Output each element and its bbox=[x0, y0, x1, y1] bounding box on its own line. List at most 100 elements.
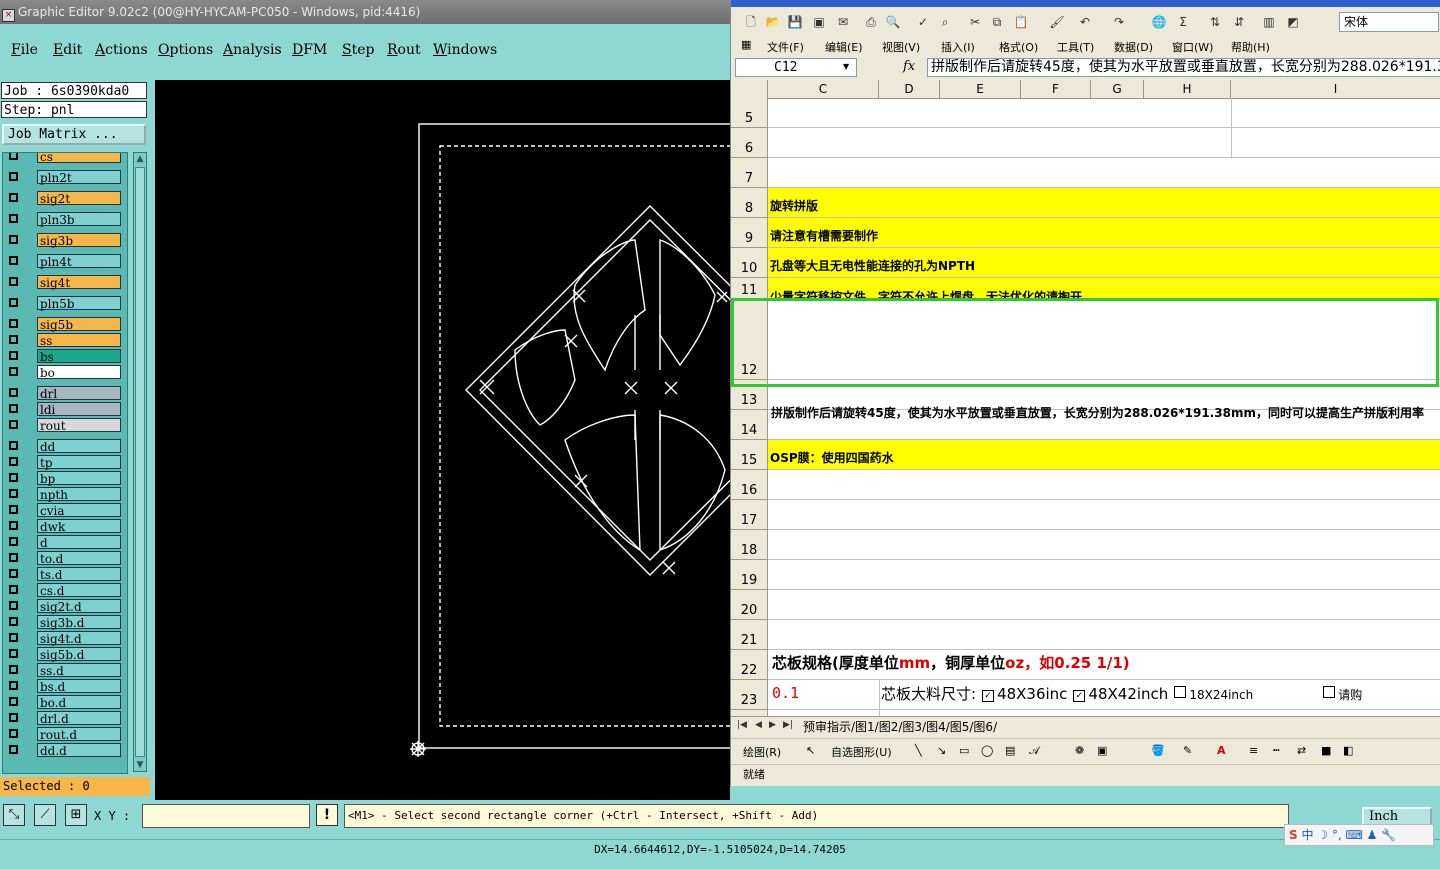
autoshapes-button[interactable]: 自选图形(U) bbox=[831, 744, 892, 760]
layer-label[interactable]: npth bbox=[37, 487, 121, 502]
layer-checkbox[interactable] bbox=[9, 235, 18, 244]
line-icon[interactable]: ╲ bbox=[915, 744, 922, 757]
layer-label[interactable]: bp bbox=[37, 471, 121, 486]
excel-menu-window[interactable]: 窗口(W) bbox=[1172, 39, 1213, 55]
permission-icon[interactable]: ▣ bbox=[811, 14, 827, 30]
layer-label[interactable]: bo.d bbox=[37, 695, 121, 710]
row-8[interactable]: 旋转拼版 bbox=[768, 188, 1440, 218]
layer-row-sig4t-d[interactable]: sig4t.d bbox=[3, 631, 125, 646]
layer-checkbox[interactable] bbox=[9, 172, 18, 181]
layer-checkbox[interactable] bbox=[9, 697, 18, 706]
oval-icon[interactable]: ◯ bbox=[981, 744, 993, 757]
checkbox-18x24-icon[interactable] bbox=[1174, 686, 1187, 698]
row-21[interactable] bbox=[768, 620, 1440, 650]
layer-checkbox[interactable] bbox=[9, 441, 18, 450]
layer-label[interactable]: d bbox=[37, 535, 121, 550]
layer-label[interactable]: sig4t.d bbox=[37, 631, 121, 646]
checkbox-purchase-icon[interactable] bbox=[1323, 686, 1336, 698]
formula-input[interactable]: 拼版制作后请旋转45度，使其为水平放置或垂直放置，长宽分别为288.026*19… bbox=[927, 58, 1440, 77]
scroll-thumb[interactable] bbox=[135, 167, 145, 757]
layer-row-pln4t[interactable]: pln4t bbox=[3, 254, 125, 269]
layer-label[interactable]: sig3b bbox=[37, 233, 121, 248]
column-header-i[interactable]: I bbox=[1231, 80, 1440, 98]
layer-label[interactable]: bs.d bbox=[37, 679, 121, 694]
scroll-up-icon[interactable]: ▲ bbox=[134, 153, 146, 165]
layer-checkbox[interactable] bbox=[9, 420, 18, 429]
column-header-f[interactable]: F bbox=[1021, 80, 1091, 98]
layer-row-pln3b[interactable]: pln3b bbox=[3, 212, 125, 227]
layer-row-npth[interactable]: npth bbox=[3, 487, 125, 502]
redo-icon[interactable]: ↷ bbox=[1111, 14, 1127, 30]
picture-icon[interactable]: ▣ bbox=[1097, 744, 1107, 757]
layer-label[interactable]: cs.d bbox=[37, 583, 121, 598]
row-header-7[interactable]: 7 bbox=[731, 158, 768, 188]
row-header-14[interactable]: 14 bbox=[731, 410, 768, 440]
layer-row-drl[interactable]: drl bbox=[3, 386, 125, 401]
column-header-c[interactable]: C bbox=[768, 80, 879, 98]
column-header-g[interactable]: G bbox=[1091, 80, 1144, 98]
row-header-17[interactable]: 17 bbox=[731, 500, 768, 530]
row-header-16[interactable]: 16 bbox=[731, 470, 768, 500]
row-header-19[interactable]: 19 bbox=[731, 560, 768, 590]
first-sheet-icon[interactable]: |◀ bbox=[737, 720, 747, 730]
layer-row-sig4t[interactable]: sig4t bbox=[3, 275, 125, 290]
layer-checkbox[interactable] bbox=[9, 457, 18, 466]
layer-row-ts-d[interactable]: ts.d bbox=[3, 567, 125, 582]
layer-label[interactable]: sig4t bbox=[37, 275, 121, 290]
layer-label[interactable]: dwk bbox=[37, 519, 121, 534]
row-11[interactable]: 少量字符移控文件，字符不允许上焊盘，无法优化的请掏开 bbox=[768, 278, 1440, 300]
last-sheet-icon[interactable]: ▶| bbox=[783, 720, 793, 730]
row-12[interactable] bbox=[768, 300, 1440, 380]
layer-label[interactable]: cs bbox=[37, 153, 121, 164]
graphic-canvas[interactable] bbox=[155, 80, 730, 800]
column-header-e[interactable]: E bbox=[940, 80, 1021, 98]
layer-checkbox[interactable] bbox=[9, 505, 18, 514]
excel-menu-view[interactable]: 视图(V) bbox=[882, 39, 920, 55]
layer-checkbox[interactable] bbox=[9, 681, 18, 690]
row-17[interactable] bbox=[768, 500, 1440, 530]
menu-actions[interactable]: Actions bbox=[95, 42, 148, 58]
layer-checkbox[interactable] bbox=[9, 633, 18, 642]
open-icon[interactable]: 📂 bbox=[765, 14, 781, 30]
row-7[interactable] bbox=[768, 158, 1440, 188]
layer-checkbox[interactable] bbox=[9, 319, 18, 328]
layer-checkbox[interactable] bbox=[9, 473, 18, 482]
dash-style-icon[interactable]: ┅ bbox=[1273, 744, 1280, 757]
row-19[interactable] bbox=[768, 560, 1440, 590]
job-matrix-button[interactable]: Job Matrix ... bbox=[2, 124, 146, 145]
select-objects-icon[interactable]: ↖ bbox=[806, 744, 815, 757]
layer-label[interactable]: cvia bbox=[37, 503, 121, 518]
row-20[interactable] bbox=[768, 590, 1440, 620]
row-header-13[interactable]: 13 bbox=[731, 380, 768, 410]
layer-label[interactable]: sig2t.d bbox=[37, 599, 121, 614]
print-icon[interactable]: ⎙ bbox=[863, 14, 879, 30]
layer-checkbox[interactable] bbox=[9, 404, 18, 413]
layer-row-cvia[interactable]: cvia bbox=[3, 503, 125, 518]
layer-checkbox[interactable] bbox=[9, 601, 18, 610]
layer-row-ldi[interactable]: ldi bbox=[3, 402, 125, 417]
row-5[interactable] bbox=[768, 98, 1440, 128]
layer-label[interactable]: drl.d bbox=[37, 711, 121, 726]
print-preview-icon[interactable]: 🔍 bbox=[885, 14, 901, 30]
menu-dfm[interactable]: DFM bbox=[292, 42, 327, 58]
layer-label[interactable]: sig2t bbox=[37, 191, 121, 206]
layer-row-dwk[interactable]: dwk bbox=[3, 519, 125, 534]
layer-checkbox[interactable] bbox=[9, 298, 18, 307]
row-header-23[interactable]: 23 bbox=[731, 680, 768, 710]
sort-ascending-icon[interactable]: ⇅ bbox=[1207, 14, 1223, 30]
layer-label[interactable]: pln4t bbox=[37, 254, 121, 269]
layer-row-cs[interactable]: cs bbox=[3, 153, 125, 164]
row-16[interactable] bbox=[768, 470, 1440, 500]
menu-file[interactable]: File bbox=[11, 42, 38, 58]
excel-menu-insert[interactable]: 插入(I) bbox=[941, 39, 975, 55]
layer-row-sig3b[interactable]: sig3b bbox=[3, 233, 125, 248]
layer-checkbox[interactable] bbox=[9, 256, 18, 265]
layer-row-dd[interactable]: dd bbox=[3, 439, 125, 454]
font-name-select[interactable]: 宋体 bbox=[1339, 12, 1439, 32]
copy-icon[interactable]: ⧉ bbox=[989, 14, 1005, 30]
prev-sheet-icon[interactable]: ◀ bbox=[755, 720, 762, 730]
textbox-icon[interactable]: ▤ bbox=[1005, 744, 1015, 757]
layer-row-d[interactable]: d bbox=[3, 535, 125, 550]
layer-checkbox[interactable] bbox=[9, 713, 18, 722]
layer-checkbox[interactable] bbox=[9, 537, 18, 546]
